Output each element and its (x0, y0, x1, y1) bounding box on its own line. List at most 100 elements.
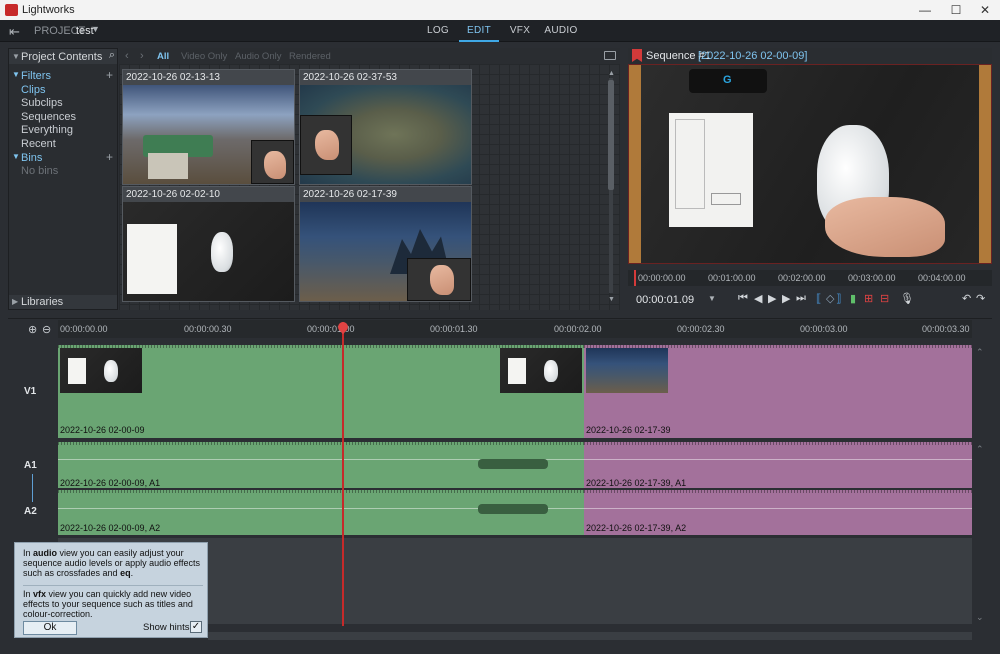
chevron-down-icon[interactable]: ▼ (608, 296, 615, 303)
audio-clip[interactable]: 2022-10-26 02-17-39, A2 (584, 490, 972, 535)
viewer-ruler-tick: 00:01:00.00 (708, 273, 756, 283)
libraries-header[interactable]: ▶ Libraries (9, 295, 117, 309)
timeline-ruler-tick: 00:00:03.00 (800, 324, 848, 334)
go-to-end-icon[interactable]: ⏭ (796, 292, 806, 305)
filters-label: Filters (21, 70, 51, 82)
tab-edit[interactable]: EDIT (459, 20, 499, 42)
play-icon[interactable]: ▶ (768, 292, 776, 305)
step-forward-icon[interactable]: ▶ (782, 292, 790, 305)
bin-filter-audio-only[interactable]: Audio Only (235, 51, 281, 62)
bin-scrollbar[interactable]: ▲ ▼ (606, 70, 616, 306)
project-contents-header[interactable]: ▼ Project Contents ⌕ (9, 49, 117, 64)
filter-item-clips[interactable]: Clips (9, 84, 117, 98)
clip-edge-ticks (58, 442, 584, 445)
chevron-down-icon[interactable]: ⌄ (976, 612, 984, 623)
sequence-flag-icon (632, 49, 642, 62)
video-clip[interactable]: 2022-10-26 02-00-09 (58, 345, 584, 438)
scene-laptop (68, 358, 86, 384)
scene-desk-left (629, 65, 641, 263)
mark-out-icon[interactable]: ⟧ (836, 292, 841, 305)
exit-project-icon[interactable]: ⇤ (9, 24, 20, 40)
timeline-ruler[interactable]: 00:00:00.00 00:00:00.30 00:00:01.00 00:0… (58, 320, 972, 338)
scene-laptop (508, 358, 526, 384)
video-clip[interactable]: 2022-10-26 02-17-39 (584, 345, 972, 438)
undo-icon[interactable]: ↶ (962, 292, 971, 305)
show-hints-checkbox[interactable]: ✓ (190, 621, 202, 633)
tab-vfx[interactable]: VFX (500, 20, 540, 42)
bin-scroll-thumb[interactable] (608, 80, 614, 190)
bin-clip-card[interactable]: 2022-10-26 02-02-10 (122, 186, 295, 302)
transport-bar: 00:00:01.09 ▼ ⏮ ◀ ▶ ▶ ⏭ ⟦ ◇ ⟧ ▮ ⊞ ⊟ 🎙 ↶ … (628, 290, 992, 308)
timecode-display[interactable]: 00:00:01.09 (636, 294, 694, 306)
forward-arrow-icon[interactable]: › (140, 50, 144, 62)
bin-filter-all[interactable]: All (157, 51, 169, 62)
mark-in-icon[interactable]: ⟦ (816, 292, 821, 305)
go-to-start-icon[interactable]: ⏮ (738, 292, 748, 305)
chevron-down-icon[interactable]: ▼ (708, 294, 716, 303)
logitech-logo-icon: G (723, 74, 732, 86)
bin-clip-name: 2022-10-26 02-13-13 (126, 72, 220, 83)
bin-clip-card[interactable]: 2022-10-26 02-17-39 (299, 186, 472, 302)
bin-clip-card[interactable]: 2022-10-26 02-13-13 (122, 69, 295, 185)
maximize-button[interactable]: ☐ (941, 0, 971, 20)
keyboard-icon[interactable] (604, 51, 616, 60)
window-titlebar: Lightworks — ☐ ✕ (0, 0, 1000, 20)
back-arrow-icon[interactable]: ‹ (125, 50, 129, 62)
clip-edge-ticks (58, 490, 584, 493)
close-button[interactable]: ✕ (970, 0, 1000, 20)
chevron-up-icon[interactable]: ▲ (608, 70, 615, 77)
bins-group[interactable]: ▼ Bins + (9, 150, 117, 166)
clip-name: 2022-10-26 02-00-09, A2 (60, 523, 161, 533)
libraries-label: Libraries (21, 296, 64, 308)
timeline-ruler-tick: 00:00:02.00 (554, 324, 602, 334)
minimize-button[interactable]: — (910, 0, 940, 20)
filter-item-recent[interactable]: Recent (9, 138, 117, 152)
viewer-playhead[interactable] (634, 270, 636, 286)
chevron-up-icon[interactable]: ⌃ (976, 347, 984, 358)
chevron-down-icon[interactable]: ▼ (91, 24, 100, 34)
mark-clear-icon[interactable]: ◇ (826, 292, 834, 305)
bin-filter-rendered[interactable]: Rendered (289, 51, 331, 62)
bin-clip-card[interactable]: 2022-10-26 02-37-53 (299, 69, 472, 185)
viewer-ruler[interactable]: 00:00:00.00 00:01:00.00 00:02:00.00 00:0… (628, 270, 992, 286)
bin-clip-thumbnail (300, 85, 471, 184)
bin-filter-video-only[interactable]: Video Only (181, 51, 227, 62)
filters-group[interactable]: ▼ Filters + (9, 68, 117, 84)
ok-button[interactable]: Ok (23, 621, 77, 635)
audio-clip[interactable]: 2022-10-26 02-00-09, A2 (58, 490, 584, 535)
sequence-clip-name: [2022-10-26 02-00-09] (698, 50, 808, 62)
chevron-up-icon[interactable]: ⌃ (976, 444, 984, 455)
viewer-ruler-tick: 00:04:00.00 (918, 273, 966, 283)
lock-icon[interactable]: ▮ (850, 292, 856, 305)
timeline-ruler-tick: 00:00:02.30 (677, 324, 725, 334)
add-bin-icon[interactable]: + (106, 150, 113, 164)
bin-clip-thumbnail (123, 85, 294, 184)
filter-item-everything[interactable]: Everything (9, 124, 117, 138)
replace-icon[interactable]: ⊟ (880, 292, 889, 305)
tab-log[interactable]: LOG (418, 20, 458, 42)
microphone-icon[interactable]: 🎙 (900, 292, 914, 305)
tab-audio[interactable]: AUDIO (541, 20, 581, 42)
audio-clip[interactable]: 2022-10-26 02-17-39, A1 (584, 442, 972, 488)
track-label-v1[interactable]: V1 (24, 386, 36, 397)
zoom-out-icon[interactable]: ⊖ (42, 323, 51, 336)
track-label-a1[interactable]: A1 (24, 460, 37, 471)
insert-icon[interactable]: ⊞ (864, 292, 873, 305)
add-filter-icon[interactable]: + (106, 68, 113, 82)
audio-waveform (478, 504, 548, 514)
timeline-playhead-line[interactable] (342, 322, 344, 626)
checkmark-icon: ✓ (191, 621, 201, 632)
timeline-hscroll[interactable] (208, 632, 972, 640)
sequence-viewer[interactable]: G (628, 64, 992, 264)
viewer-ruler-tick: 00:02:00.00 (778, 273, 826, 283)
filter-item-subclips[interactable]: Subclips (9, 97, 117, 111)
track-label-a2[interactable]: A2 (24, 506, 37, 517)
step-back-icon[interactable]: ◀ (754, 292, 762, 305)
filter-item-sequences[interactable]: Sequences (9, 111, 117, 125)
audio-waveform (478, 459, 548, 469)
redo-icon[interactable]: ↷ (976, 292, 985, 305)
audio-clip[interactable]: 2022-10-26 02-00-09, A1 (58, 442, 584, 488)
zoom-in-icon[interactable]: ⊕ (28, 323, 37, 336)
search-icon[interactable]: ⌕ (109, 49, 115, 62)
hand-shape (264, 151, 286, 179)
